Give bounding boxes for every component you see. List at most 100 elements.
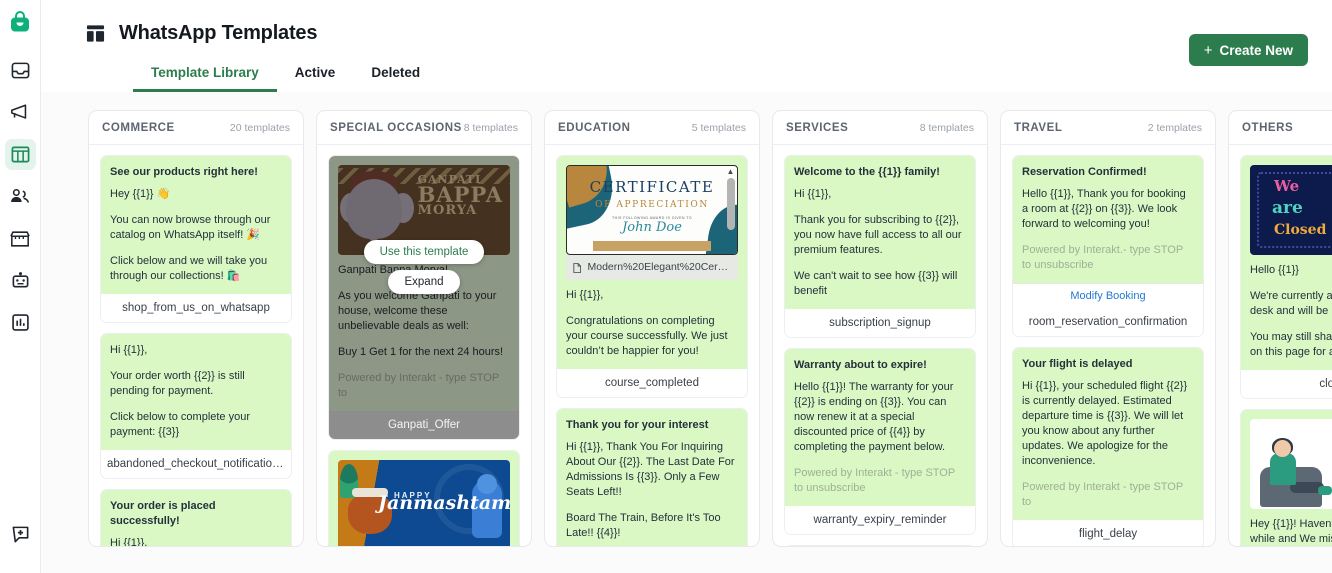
template-card[interactable]: HAPPYJanmashtamiSteal these amazing deal… [328,450,520,546]
template-name-label: abandoned_checkout_notification_... [101,450,291,478]
template-footer-note: Powered by Interakt - type STOP to [1022,481,1184,508]
create-new-label: Create New [1219,42,1293,58]
sidebar-item-commerce[interactable] [5,223,36,254]
column-cards[interactable]: See our products right here! Hey {{1}} 👋 Y… [89,145,303,546]
template-body-line: Hi {{1}}, [110,344,148,356]
category-board: COMMERCE 20 templates See our products rig… [88,110,1332,573]
sidebar-item-campaigns[interactable] [5,97,36,128]
template-body-line: Hi {{1}}, [110,537,148,546]
template-name-label: flight_delay [1013,520,1203,546]
template-name-label: course_completed [557,369,747,397]
category-column-special-occasions: SPECIAL OCCASIONS 8 templates GANPATI BAPPA… [316,110,532,547]
template-card[interactable]: Warranty about to expire! Hello {{1}}! Th… [784,348,976,535]
template-footer-note: Powered by Interakt.- type STOP to unsub… [1022,244,1184,271]
expand-button[interactable]: Expand [388,270,460,294]
contacts-icon [11,188,29,203]
template-card[interactable]: Maintenance DueHello {{1}}! The annual m… [784,545,976,546]
column-title: SPECIAL OCCASIONS [330,122,462,134]
tab-bar: Template Library Active Deleted [86,65,1308,92]
column-template-count: 8 templates [463,122,518,134]
template-card[interactable]: Thank you for your interest Hi {{1}}, Tha… [556,408,748,546]
dashboard-grid-icon [86,24,105,43]
column-header: OTHERS [1229,111,1332,145]
title-row: WhatsApp Templates [86,22,1308,45]
template-card[interactable]: Your order is placed successfully! Hi {{1… [100,489,292,546]
template-footer-note: Powered by Interakt - type STOP to [338,372,500,399]
template-card[interactable]: Your flight is delayed Hi {{1}}, your sch… [1012,347,1204,546]
create-new-button[interactable]: + Create New [1188,34,1308,66]
attachment-row[interactable]: Modern%20Elegant%20Certificate... [566,255,738,280]
template-card[interactable]: See our products right here! Hey {{1}} 👋 Y… [100,155,292,323]
sidebar-item-automation[interactable] [5,265,36,296]
column-cards[interactable]: GANPATI BAPPA MORYA Ganpati Bappa Morya! As … [317,145,531,546]
template-body-line: Thank you for subscribing to {{2}}, you … [794,214,962,256]
template-card[interactable]: Reservation Confirmed! Hello {{1}}, Thank… [1012,155,1204,337]
template-body-line: Hi {{1}}, your scheduled flight {{2}} is… [1022,380,1188,467]
template-body-line: You may still share your questions on th… [1250,331,1332,358]
column-title: EDUCATION [558,122,631,134]
column-cards[interactable]: Reservation Confirmed! Hello {{1}}, Thank… [1001,145,1215,546]
template-body-line: We can't wait to see how {{3}} will bene… [794,270,958,297]
column-title: COMMERCE [102,122,175,134]
board-scroll-area[interactable]: COMMERCE 20 templates See our products rig… [41,92,1332,573]
template-body-line: Hi {{1}}, Thank You For Inquiring About … [566,441,735,498]
megaphone-icon [11,104,27,119]
image-scrollbar[interactable]: ▲ [726,168,735,254]
template-title: See our products right here! [110,166,258,178]
use-this-template-button[interactable]: Use this template [363,240,485,264]
template-name-label: subscription_signup [785,309,975,337]
template-body-line: Hello {{1}} [1250,264,1299,276]
template-body-line: Hello {{1}}! The warranty for your {{2}}… [794,381,954,453]
column-header: TRAVEL 2 templates [1001,111,1215,145]
column-cards[interactable]: WeareClosed Hello {{1}} We're currently aw… [1229,145,1332,546]
brand-logo[interactable] [5,6,36,37]
template-preview-bubble: Your order is placed successfully! Hi {{1… [101,490,291,546]
sidebar-item-inbox[interactable] [5,55,36,86]
template-name-label: warranty_expiry_reminder [785,506,975,534]
template-body-line: Your order worth {{2}} is still pending … [110,370,245,397]
template-body-line: Click below to complete your payment: {{… [110,411,251,438]
template-preview-bubble: Your flight is delayed Hi {{1}}, your sch… [1013,348,1203,520]
template-body-line: You can now browse through our catalog o… [110,214,271,241]
column-title: TRAVEL [1014,122,1063,134]
template-card[interactable]: Hey {{1}}! Haven't seen you in a while a… [1240,409,1332,546]
template-card[interactable]: Welcome to the {{1}} family! Hi {{1}}, Tha… [784,155,976,338]
template-card[interactable]: Hi {{1}}, Your order worth {{2}} is still… [100,333,292,479]
template-preview-bubble: Hi {{1}}, Your order worth {{2}} is still… [101,334,291,450]
template-body-line: Hello {{1}}, Thank you for booking a roo… [1022,188,1186,230]
sidebar-item-contacts[interactable] [5,181,36,212]
tab-deleted[interactable]: Deleted [353,65,438,92]
main-area: WhatsApp Templates + Create New Template… [41,0,1332,573]
inbox-icon [11,62,29,79]
template-name-label: Ganpati_Offer [329,411,519,439]
tab-active[interactable]: Active [277,65,354,92]
sidebar-item-templates[interactable] [4,139,36,170]
left-sidebar [0,0,41,573]
card-hover-overlay: Use this template Expand [329,240,519,294]
column-cards[interactable]: CERTIFICATE OF APPRECIATION THIS FOLLOWING… [545,145,759,546]
storefront-icon [10,230,30,247]
certificate-image: CERTIFICATE OF APPRECIATION THIS FOLLOWING… [566,165,738,255]
page-title: WhatsApp Templates [119,22,318,44]
person-illustration [1250,419,1332,509]
category-column-services: SERVICES 8 templates Welcome to the {{1}} … [772,110,988,547]
document-icon [573,262,582,273]
template-name-label: closed [1241,370,1332,398]
column-header: COMMERCE 20 templates [89,111,303,145]
template-title: Warranty about to expire! [794,359,927,371]
template-card[interactable]: GANPATI BAPPA MORYA Ganpati Bappa Morya! As … [328,155,520,440]
template-preview-bubble: See our products right here! Hey {{1}} 👋 Y… [101,156,291,294]
tab-template-library[interactable]: Template Library [133,65,277,92]
template-card[interactable]: CERTIFICATE OF APPRECIATION THIS FOLLOWING… [556,155,748,398]
template-body-line: We're currently away from our desk and w… [1250,290,1332,317]
template-body-line: Hi {{1}}, [566,289,604,301]
template-reply-button[interactable]: Modify Booking [1013,283,1203,308]
column-cards[interactable]: Welcome to the {{1}} family! Hi {{1}}, Tha… [773,145,987,546]
template-title: Your order is placed successfully! [110,500,216,527]
column-header: EDUCATION 5 templates [545,111,759,145]
template-footer-note: Powered by Interakt - type STOP to unsub… [794,467,956,494]
template-title: Reservation Confirmed! [1022,166,1147,178]
sidebar-item-new-chat[interactable] [5,519,36,550]
sidebar-item-analytics[interactable] [5,307,36,338]
template-card[interactable]: WeareClosed Hello {{1}} We're currently aw… [1240,155,1332,399]
